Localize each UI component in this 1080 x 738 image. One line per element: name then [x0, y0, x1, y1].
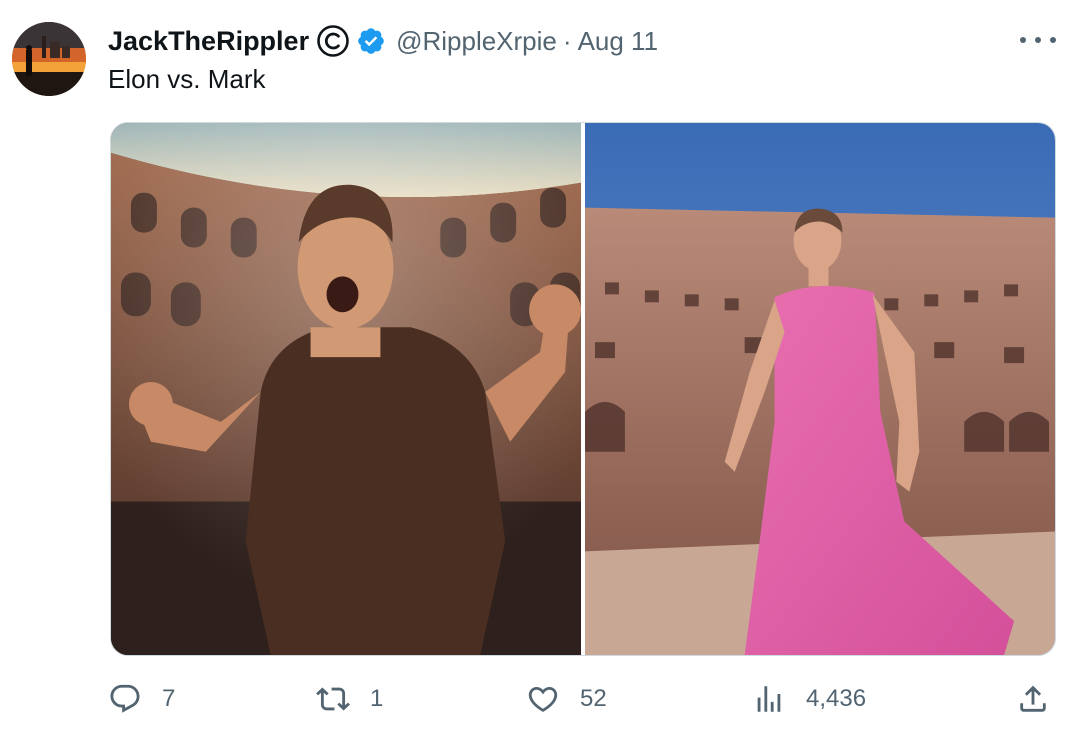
header-separator: ·	[562, 25, 572, 56]
reply-button[interactable]: 7	[108, 676, 175, 722]
tweet-actions: 7 1 52 4,436	[0, 676, 1080, 722]
share-icon	[1020, 685, 1046, 712]
tweet-media	[110, 122, 1056, 656]
heart-icon	[528, 686, 558, 712]
author-handle[interactable]: @RippleXrpie	[396, 26, 557, 57]
tweet-card: JackTheRippler @RippleXrpie · Aug 11 Elo…	[0, 0, 1080, 738]
avatar[interactable]	[12, 22, 86, 96]
tweet-date[interactable]: Aug 11	[578, 26, 658, 57]
display-name[interactable]: JackTheRippler	[108, 26, 309, 57]
analytics-icon	[757, 686, 781, 712]
view-count: 4,436	[806, 685, 867, 712]
copyright-icon	[316, 24, 350, 58]
retweet-icon	[316, 687, 350, 711]
reply-count: 7	[162, 685, 176, 712]
share-button[interactable]	[1016, 676, 1050, 722]
more-dot-icon	[1035, 37, 1041, 43]
retweet-button[interactable]: 1	[316, 676, 383, 722]
retweet-count: 1	[370, 685, 384, 712]
media-image-left[interactable]	[111, 123, 581, 655]
verified-badge-icon[interactable]	[356, 26, 386, 56]
tweet-header: JackTheRippler @RippleXrpie · Aug 11	[108, 24, 658, 58]
more-dot-icon	[1050, 37, 1056, 43]
like-count: 52	[580, 685, 607, 712]
more-options-button[interactable]	[1020, 30, 1056, 50]
tweet-text: Elon vs. Mark	[108, 64, 266, 94]
reply-icon	[110, 684, 140, 713]
more-dot-icon	[1020, 37, 1026, 43]
media-image-right[interactable]	[585, 123, 1055, 655]
like-button[interactable]: 52	[526, 676, 607, 722]
views-button[interactable]: 4,436	[752, 676, 866, 722]
